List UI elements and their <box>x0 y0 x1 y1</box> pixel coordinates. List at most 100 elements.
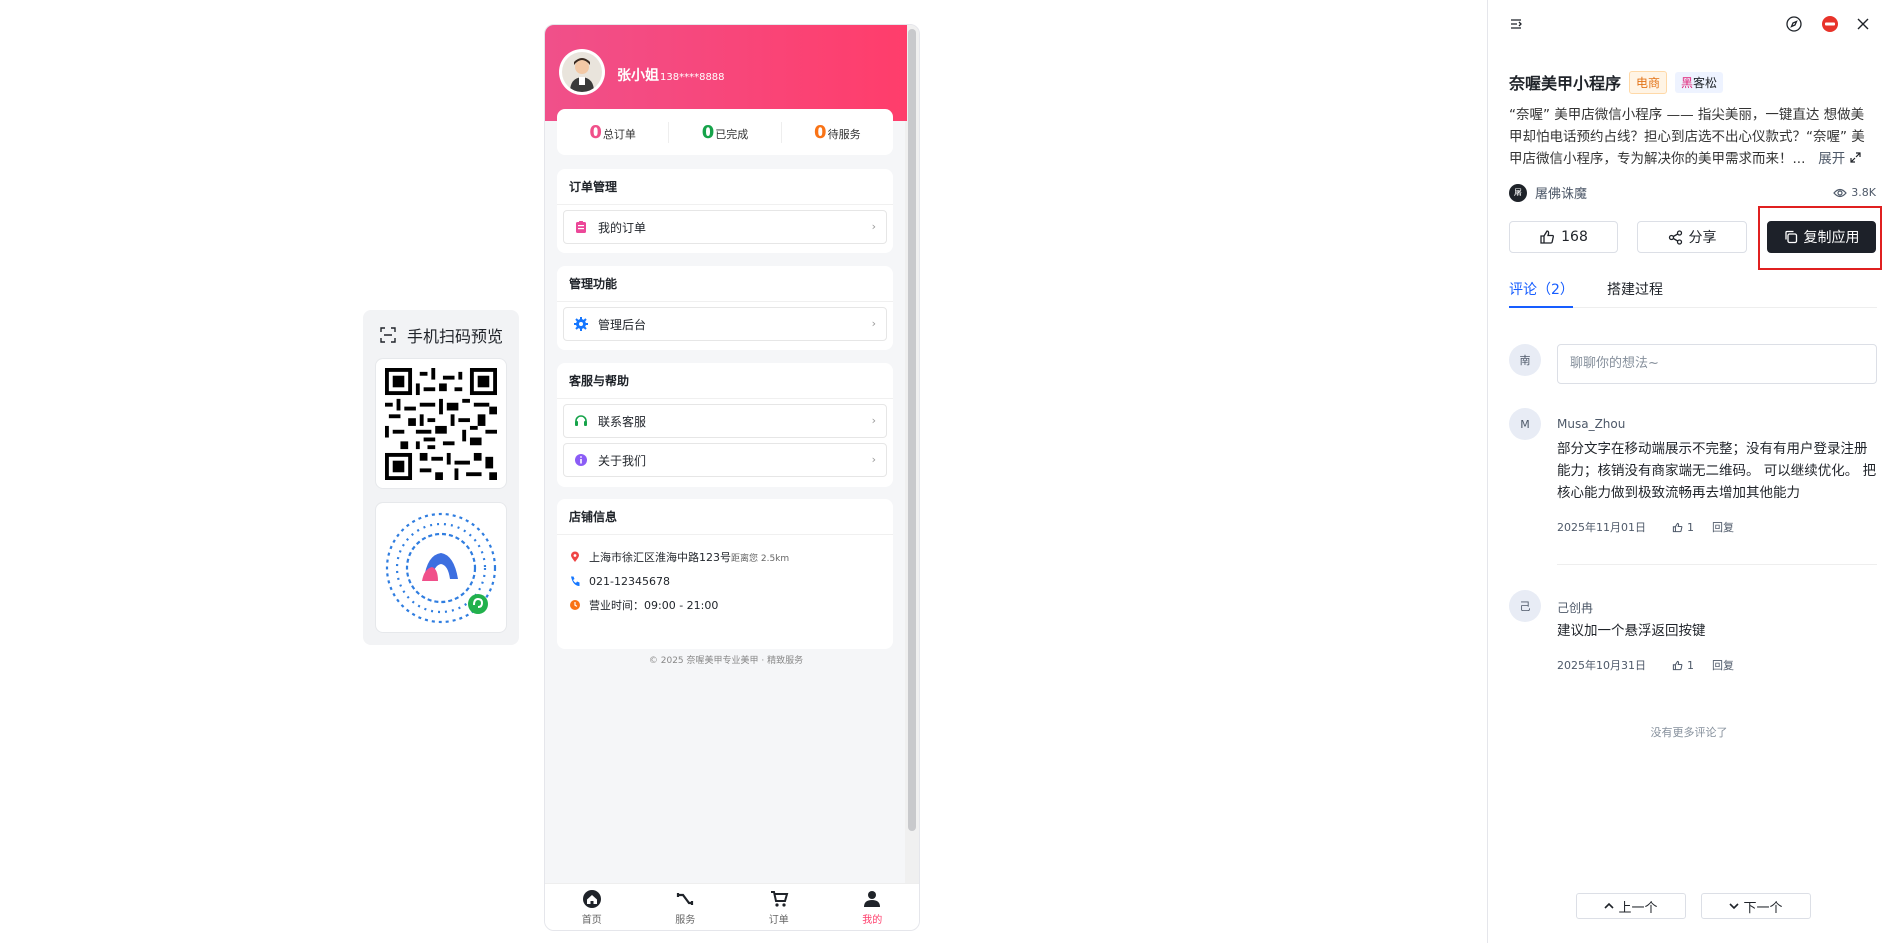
user-icon <box>864 891 881 907</box>
collapse-panel-icon[interactable] <box>1506 14 1526 34</box>
user-name-text: 张小姐 <box>617 68 659 84</box>
menu-my-orders-label: 我的订单 <box>598 220 647 235</box>
menu-about-us[interactable]: 关于我们 › <box>563 443 887 477</box>
tab-home[interactable]: 首页 <box>545 884 639 930</box>
thumbs-up-icon <box>1540 230 1555 244</box>
tab-services[interactable]: 服务 <box>639 884 733 930</box>
compass-icon[interactable] <box>1784 14 1804 34</box>
comment-avatar[interactable]: M <box>1509 408 1541 440</box>
phone-icon <box>571 576 580 586</box>
view-count-value: 3.8K <box>1851 186 1876 199</box>
tag-ecommerce[interactable]: 电商 <box>1629 70 1668 94</box>
comment-like-button[interactable]: 1 <box>1672 521 1694 534</box>
chevron-down-icon <box>1729 903 1740 910</box>
comment-divider <box>1557 564 1877 565</box>
comment-username[interactable]: Musa_Zhou <box>1557 417 1625 431</box>
like-button[interactable]: 168 <box>1509 221 1618 253</box>
tag-hackathon[interactable]: 黑客松 <box>1675 71 1724 93</box>
chevron-right-icon: › <box>871 414 876 427</box>
app-detail-panel: 奈喔美甲小程序 电商 黑客松 “奈喔” 美甲店微信小程序 —— 指尖美丽，一键直… <box>1487 0 1889 943</box>
copy-button-highlight <box>1758 206 1882 270</box>
orders-card-title: 订单管理 <box>557 169 893 205</box>
expand-icon <box>1849 152 1861 163</box>
tab-services-label: 服务 <box>675 915 696 926</box>
help-card: 客服与帮助 联系客服 › 关于我们 › <box>557 363 893 487</box>
comment-meta: 2025年11月01日 1 回复 <box>1557 519 1734 535</box>
tab-mine[interactable]: 我的 <box>826 884 920 930</box>
clock-icon <box>570 600 580 610</box>
user-name: 张小姐138****8888 <box>617 65 725 85</box>
avatar[interactable] <box>559 49 605 95</box>
brand-badge-icon[interactable] <box>1820 14 1840 34</box>
chevron-right-icon: › <box>871 453 876 466</box>
help-card-title: 客服与帮助 <box>557 363 893 399</box>
comment-username[interactable]: 己创冉 <box>1557 599 1593 616</box>
store-phone-row[interactable]: 021-12345678 <box>557 569 893 593</box>
author-name: 屠佛诛魔 <box>1535 187 1588 202</box>
expand-link[interactable]: 展开 <box>1810 151 1861 167</box>
comment-input-placeholder: 聊聊你的想法~ <box>1570 356 1659 371</box>
avatar-icon <box>562 52 602 92</box>
comment-reply-button[interactable]: 回复 <box>1712 519 1734 535</box>
comment-date: 2025年11月01日 <box>1557 521 1646 534</box>
next-label: 下一个 <box>1743 900 1783 916</box>
comment-reply-button[interactable]: 回复 <box>1712 657 1734 673</box>
menu-contact-support-label: 联系客服 <box>598 414 647 429</box>
app-title-row: 奈喔美甲小程序 电商 黑客松 <box>1509 70 1724 94</box>
detail-tabs: 评论（2） 搭建过程 <box>1509 275 1877 308</box>
store-info-title: 店铺信息 <box>557 499 893 535</box>
prev-label: 上一个 <box>1618 900 1658 916</box>
stat-pending[interactable]: 0待服务 <box>782 122 893 143</box>
menu-admin-backend-label: 管理后台 <box>598 317 647 332</box>
order-stats: 0总订单 0已完成 0待服务 <box>557 109 893 155</box>
orders-card: 订单管理 我的订单 › <box>557 169 893 253</box>
admin-card: 管理功能 管理后台 › <box>557 266 893 350</box>
like-count: 168 <box>1561 229 1588 245</box>
location-pin-icon <box>571 551 579 562</box>
author-row[interactable]: 屠 屠佛诛魔 <box>1509 183 1587 202</box>
comment-like-button[interactable]: 1 <box>1672 659 1694 672</box>
panel-toolbar <box>1488 14 1889 34</box>
view-count: 3.8K <box>1833 186 1876 199</box>
comment-input[interactable]: 聊聊你的想法~ <box>1557 344 1877 384</box>
tab-build-process[interactable]: 搭建过程 <box>1607 279 1663 299</box>
expand-label: 展开 <box>1818 151 1846 167</box>
menu-my-orders[interactable]: 我的订单 › <box>563 210 887 244</box>
user-phone: 138****8888 <box>660 72 725 83</box>
comment-like-count: 1 <box>1687 520 1694 534</box>
stat-total-orders[interactable]: 0总订单 <box>557 121 670 143</box>
thumbs-up-icon <box>1672 660 1683 670</box>
stat-label: 已完成 <box>715 127 749 141</box>
share-button[interactable]: 分享 <box>1637 221 1747 253</box>
tab-orders[interactable]: 订单 <box>732 884 826 930</box>
stat-completed[interactable]: 0已完成 <box>669 121 782 143</box>
author-avatar: 屠 <box>1509 183 1527 202</box>
tab-orders-label: 订单 <box>768 915 789 926</box>
comment-text: 建议加一个悬浮返回按键 <box>1557 623 1706 639</box>
app-title: 奈喔美甲小程序 <box>1509 74 1622 93</box>
close-icon[interactable] <box>1853 14 1873 34</box>
store-info-card: 店铺信息 上海市徐汇区淮海中路123号 距离您 2.5km 021-1234567… <box>557 499 893 649</box>
store-address: 上海市徐汇区淮海中路123号 <box>589 551 731 564</box>
mini-program-code-icon <box>385 512 497 623</box>
next-button[interactable]: 下一个 <box>1701 893 1811 919</box>
stat-value: 0 <box>589 121 602 143</box>
comment-like-count: 1 <box>1687 658 1694 672</box>
prev-button[interactable]: 上一个 <box>1576 893 1686 919</box>
no-more-comments: 没有更多评论了 <box>1650 726 1728 739</box>
qr-preview-label: 手机扫码预览 <box>407 327 504 346</box>
tab-comments[interactable]: 评论（2） <box>1509 279 1574 299</box>
comment-avatar[interactable]: 己 <box>1509 590 1541 622</box>
active-tab-indicator <box>1509 306 1573 308</box>
info-icon <box>575 454 587 466</box>
admin-card-title: 管理功能 <box>557 266 893 302</box>
tag-hackathon-mark: 黑 <box>1681 75 1694 90</box>
eye-icon <box>1833 188 1848 197</box>
chevron-up-icon <box>1604 902 1615 909</box>
menu-contact-support[interactable]: 联系客服 › <box>563 404 887 438</box>
gear-icon <box>574 317 588 331</box>
scrollbar-thumb[interactable] <box>908 29 916 831</box>
store-address-row[interactable]: 上海市徐汇区淮海中路123号 距离您 2.5km <box>557 545 893 569</box>
stat-label: 待服务 <box>827 127 861 141</box>
menu-admin-backend[interactable]: 管理后台 › <box>563 307 887 341</box>
